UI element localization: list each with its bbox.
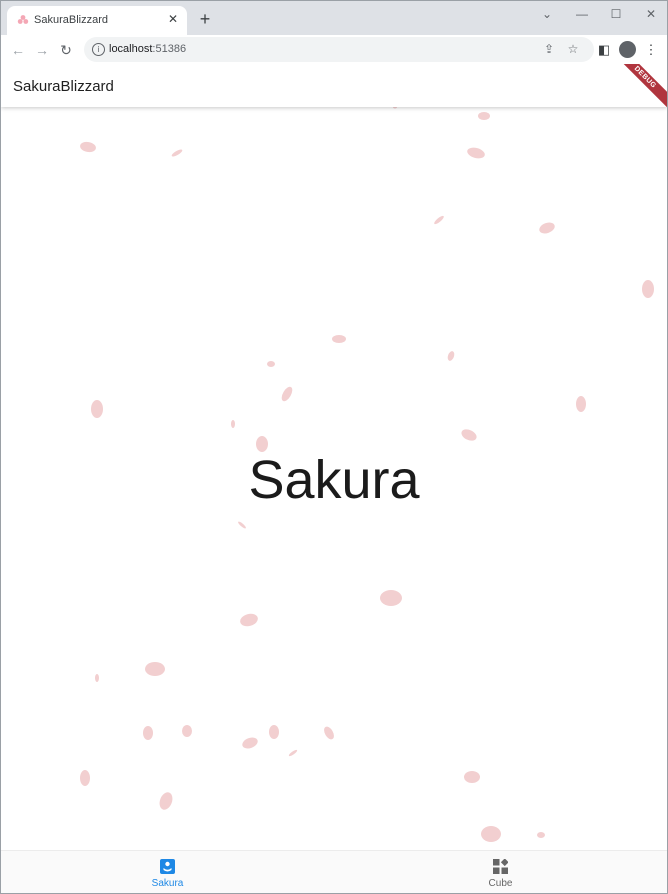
petal [267,361,275,367]
petal [332,335,346,343]
petal [642,280,654,298]
petal [182,725,192,737]
petal [143,726,153,740]
petal [288,749,298,757]
back-button[interactable]: ← [8,40,28,60]
petal [80,141,96,153]
reload-button[interactable]: ↻ [56,40,76,60]
bottom-nav-item-cube[interactable]: Cube [334,851,667,893]
url-port: :51386 [152,43,187,55]
petal [467,147,485,159]
petal [240,613,258,627]
petal [80,770,90,786]
side-panel-icon[interactable]: ◧ [594,40,614,60]
petal [380,590,402,606]
tab-strip: SakuraBlizzard ✕ + ⌄ — ☐ ✕ [1,1,667,35]
petal [159,792,173,810]
petal [145,662,165,676]
petal [461,429,477,441]
petal [324,726,334,740]
petal [434,215,444,225]
flutter-app: SakuraBlizzard DEBUG Sakura Sakura Cube [1,64,667,893]
sakura-favicon-icon [17,15,29,24]
petal [464,771,480,783]
petal [171,149,183,157]
address-bar[interactable]: i localhost:51386 ⇪ ☆ [84,37,594,62]
maximize-button[interactable]: ☐ [605,6,627,22]
center-title: Sakura [248,450,420,510]
forward-button[interactable]: → [32,40,52,60]
petal [447,351,455,361]
cube-icon [493,859,508,874]
petal [231,420,235,428]
share-icon[interactable]: ⇪ [541,41,557,57]
url-text[interactable]: localhost:51386 [109,43,186,55]
petal [576,396,586,412]
petal [269,725,279,739]
tab-close-icon[interactable]: ✕ [166,12,180,26]
petal [537,832,545,838]
petal [91,400,103,418]
sakura-icon [160,859,175,874]
petal [242,737,258,749]
profile-avatar[interactable] [619,41,636,58]
petal [238,521,246,529]
petal [281,386,293,402]
tab-search-chevron-icon[interactable]: ⌄ [536,6,558,22]
browser-window: SakuraBlizzard ✕ + ⌄ — ☐ ✕ ← → ↻ i local… [0,0,668,894]
bookmark-star-icon[interactable]: ☆ [565,41,581,57]
browser-tab[interactable]: SakuraBlizzard ✕ [7,6,187,35]
browser-menu-icon[interactable]: ⋮ [641,40,661,60]
bottom-nav-label-sakura: Sakura [151,878,184,889]
petal [478,112,490,120]
app-title: SakuraBlizzard [13,78,114,95]
url-host: localhost [109,43,153,55]
minimize-button[interactable]: — [571,6,593,22]
petal [481,826,501,842]
petal [95,674,99,682]
new-tab-button[interactable]: + [196,10,214,28]
close-window-button[interactable]: ✕ [640,6,662,22]
tab-title: SakuraBlizzard [34,14,108,26]
bottom-navigation-bar: Sakura Cube [1,850,667,893]
browser-toolbar: ← → ↻ i localhost:51386 ⇪ ☆ ◧ ⋮ [1,35,667,64]
site-info-icon[interactable]: i [92,43,105,56]
bottom-nav-label-cube: Cube [488,878,513,889]
app-bar: SakuraBlizzard [1,64,667,107]
petal [539,222,555,234]
bottom-nav-item-sakura[interactable]: Sakura [1,851,334,893]
